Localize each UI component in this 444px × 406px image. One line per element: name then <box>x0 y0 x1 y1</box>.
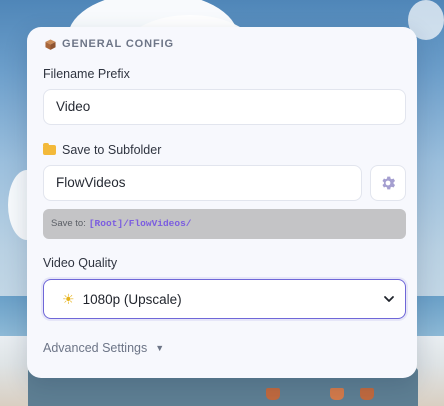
chevron-down-icon <box>384 296 394 302</box>
filename-prefix-input[interactable]: Video <box>43 89 406 125</box>
cube-icon <box>45 38 56 50</box>
gear-icon <box>382 176 396 190</box>
video-quality-select[interactable]: ☀ 1080p (Upscale) <box>43 279 406 319</box>
save-path-value: [Root]/FlowVideos/ <box>88 218 192 229</box>
advanced-settings-toggle[interactable]: Advanced Settings ▼ <box>43 341 164 355</box>
sun-icon: ☀ <box>62 290 75 307</box>
filename-prefix-label: Filename Prefix <box>43 67 130 81</box>
video-quality-label: Video Quality <box>43 256 118 270</box>
subfolder-settings-button[interactable] <box>370 165 406 201</box>
save-path-label: Save to: <box>51 218 86 229</box>
subfolder-label-row: Save to Subfolder <box>43 143 161 157</box>
subfolder-input[interactable]: FlowVideos <box>43 165 362 201</box>
triangle-down-icon: ▼ <box>155 343 165 353</box>
advanced-settings-label: Advanced Settings <box>43 341 148 355</box>
folder-icon <box>43 143 56 155</box>
section-title: GENERAL CONFIG <box>62 38 175 50</box>
section-header: GENERAL CONFIG <box>45 38 174 50</box>
general-config-panel: GENERAL CONFIG Filename Prefix Video Sav… <box>27 27 417 378</box>
video-quality-selected: 1080p (Upscale) <box>82 291 182 307</box>
save-path-preview: Save to: [Root]/FlowVideos/ <box>43 209 406 239</box>
subfolder-label: Save to Subfolder <box>62 143 162 157</box>
